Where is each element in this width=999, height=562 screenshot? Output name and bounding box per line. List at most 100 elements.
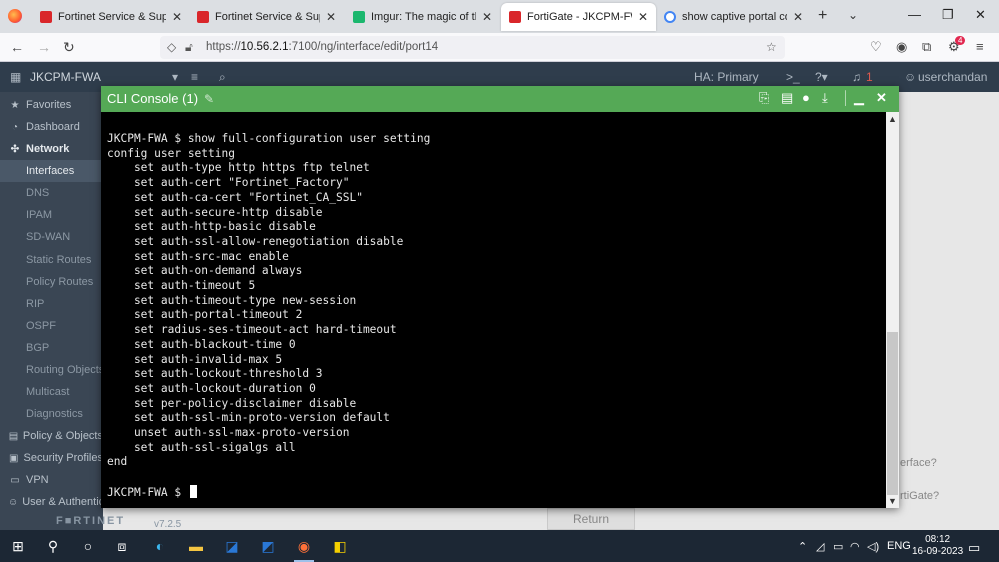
- sidebar-item-routing-objects[interactable]: Routing Objects: [0, 359, 103, 381]
- cli-console-titlebar[interactable]: CLI Console (1) ✎ ⎘ ▤ ● ⤓ │ ▁ ✕: [101, 86, 899, 112]
- bell-icon[interactable]: ♫: [852, 70, 861, 84]
- sidebar-item-diagnostics[interactable]: Diagnostics: [0, 403, 103, 425]
- address-bar[interactable]: ◇ 🔓︎ https://10.56.2.1:7100/ng/interface…: [160, 36, 785, 59]
- sidebar-item-favorites[interactable]: ★ Favorites: [0, 94, 103, 116]
- wifi-icon[interactable]: ◠: [850, 540, 860, 553]
- sidebar-item-dns[interactable]: DNS: [0, 182, 103, 204]
- sidebar-item-user-authentication[interactable]: ☺User & Authentication: [0, 491, 103, 513]
- outlook-pwa-icon[interactable]: ◩: [258, 536, 278, 556]
- browser-tab[interactable]: show captive portal config in ✕: [656, 3, 811, 31]
- user-avatar-icon[interactable]: ☺: [904, 70, 916, 84]
- close-tab-icon[interactable]: ✕: [482, 10, 492, 24]
- prompt-text: JKCPM-FWA $: [107, 485, 188, 499]
- language-indicator[interactable]: ENG: [887, 540, 911, 552]
- sidebar-item-ipam[interactable]: IPAM: [0, 204, 103, 226]
- sidebar-item-interfaces[interactable]: Interfaces: [0, 160, 103, 182]
- hamburger-menu-icon[interactable]: ≡: [191, 70, 198, 84]
- cli-console-icon[interactable]: >_: [786, 70, 800, 84]
- user-icon: ☺: [8, 496, 19, 508]
- search-icon[interactable]: ⌕: [219, 70, 226, 85]
- minimize-window-icon[interactable]: —: [908, 7, 921, 22]
- list-tabs-icon[interactable]: ⌄: [848, 8, 858, 22]
- menu-icon[interactable]: ≡: [976, 39, 984, 54]
- close-tab-icon[interactable]: ✕: [172, 10, 182, 24]
- new-tab-icon[interactable]: +: [818, 7, 827, 25]
- close-tab-icon[interactable]: ✕: [793, 10, 803, 24]
- firefox-menu-icon[interactable]: [8, 9, 22, 23]
- sidebar-item-dashboard[interactable]: ◔ Dashboard: [0, 116, 103, 138]
- edge-icon[interactable]: ◐: [150, 536, 170, 556]
- network-icon[interactable]: ◿: [816, 540, 824, 553]
- outlook-icon[interactable]: ◪: [222, 536, 242, 556]
- shield-icon[interactable]: ◇: [167, 40, 176, 54]
- faq-text-fragment: erface?: [900, 457, 937, 469]
- windows-start-icon[interactable]: ⊞: [8, 536, 28, 556]
- sidebar-item-policy-objects[interactable]: ▤ Policy & Objects: [0, 425, 103, 447]
- terminal-output[interactable]: JKCPM-FWA $ show full-configuration user…: [107, 132, 882, 502]
- notifications-icon[interactable]: ▭: [968, 540, 980, 556]
- sidebar-item-network[interactable]: ✣ Network: [0, 138, 103, 160]
- browser-tab[interactable]: Fortinet Service & Support ✕: [189, 3, 344, 31]
- sidebar-item-multicast[interactable]: Multicast: [0, 381, 103, 403]
- browser-tab[interactable]: Imgur: The magic of the Inter ✕: [345, 3, 500, 31]
- back-arrow-icon[interactable]: ←: [10, 39, 24, 55]
- extensions-icon[interactable]: ⧉: [922, 39, 931, 55]
- sidebar-item-label: Routing Objects: [26, 364, 103, 376]
- tray-chevron-up-icon[interactable]: ⌃: [798, 540, 807, 553]
- forward-arrow-icon[interactable]: →: [37, 39, 51, 55]
- bookmark-star-icon[interactable]: ☆: [766, 40, 777, 54]
- close-window-icon[interactable]: ✕: [975, 7, 986, 23]
- cli-console-window[interactable]: CLI Console (1) ✎ ⎘ ▤ ● ⤓ │ ▁ ✕ JKCPM-FWA…: [101, 86, 899, 508]
- sidebar-item-bgp[interactable]: BGP: [0, 337, 103, 359]
- restore-window-icon[interactable]: ❐: [942, 7, 954, 23]
- download-icon[interactable]: ⤓: [822, 90, 828, 106]
- sidebar-item-security-profiles[interactable]: ▣ Security Profiles: [0, 447, 103, 469]
- sidebar-item-label: VPN: [26, 474, 49, 486]
- url-text[interactable]: https://10.56.2.1:7100/ng/interface/edit…: [206, 41, 438, 53]
- scroll-up-icon[interactable]: ▲: [888, 114, 897, 124]
- firefox-icon[interactable]: ◉: [294, 536, 314, 562]
- reload-icon[interactable]: ↻: [63, 39, 75, 56]
- minimize-console-icon[interactable]: ▁: [854, 90, 864, 106]
- sidebar-item-rip[interactable]: RIP: [0, 293, 103, 315]
- volume-icon[interactable]: ◁): [867, 540, 879, 553]
- close-console-icon[interactable]: ✕: [876, 90, 887, 106]
- user-name[interactable]: userchandan: [918, 70, 987, 84]
- ha-status[interactable]: HA: Primary: [694, 70, 759, 84]
- help-icon[interactable]: ?▾: [815, 70, 828, 84]
- terminal-prompt[interactable]: JKCPM-FWA $: [107, 484, 882, 501]
- battery-icon[interactable]: ▭: [833, 540, 843, 553]
- sidebar-item-label: IPAM: [26, 209, 53, 221]
- account-icon[interactable]: ◉: [896, 39, 907, 55]
- close-tab-icon[interactable]: ✕: [326, 10, 336, 24]
- sidebar-item-label: Network: [26, 143, 70, 155]
- return-button[interactable]: Return: [547, 508, 635, 530]
- browser-tab[interactable]: Fortinet Service & Support ✕: [32, 3, 190, 31]
- sidebar-item-vpn[interactable]: ▭ VPN: [0, 469, 103, 491]
- sidebar-item-ospf[interactable]: OSPF: [0, 315, 103, 337]
- chevron-down-icon[interactable]: ▾: [172, 70, 178, 84]
- sidebar-item-sd-wan[interactable]: SD-WAN: [0, 226, 103, 248]
- pocket-icon[interactable]: ♡: [870, 39, 882, 55]
- task-view-icon[interactable]: ⧈: [112, 536, 132, 556]
- browser-tab-active[interactable]: FortiGate - JKCPM-FWA ✕: [501, 3, 656, 31]
- copy-icon[interactable]: ▤: [781, 90, 793, 106]
- hostname[interactable]: JKCPM-FWA: [30, 70, 101, 84]
- clear-console-icon[interactable]: ⎘: [759, 90, 769, 106]
- sidebar-item-static-routes[interactable]: Static Routes: [0, 249, 103, 271]
- vpn-icon: ▭: [10, 474, 20, 486]
- scroll-down-icon[interactable]: ▼: [888, 496, 897, 506]
- record-icon[interactable]: ●: [802, 90, 810, 105]
- console-scrollbar-thumb[interactable]: [887, 332, 898, 495]
- cortana-icon[interactable]: ○: [78, 536, 98, 556]
- pencil-icon[interactable]: ✎: [204, 92, 214, 106]
- file-explorer-icon[interactable]: ▬: [186, 536, 206, 556]
- sidebar-item-label: Policy Routes: [26, 276, 94, 288]
- close-tab-icon[interactable]: ✕: [638, 10, 648, 24]
- search-icon[interactable]: ⚲: [43, 536, 63, 556]
- system-clock[interactable]: 08:12 16-09-2023: [912, 534, 963, 558]
- sidebar-item-policy-routes[interactable]: Policy Routes: [0, 271, 103, 293]
- terminal-output-lines: config user setting set auth-type http h…: [107, 147, 882, 470]
- sticky-notes-icon[interactable]: ◧: [330, 536, 350, 556]
- lock-warning-icon[interactable]: 🔓︎: [185, 40, 193, 55]
